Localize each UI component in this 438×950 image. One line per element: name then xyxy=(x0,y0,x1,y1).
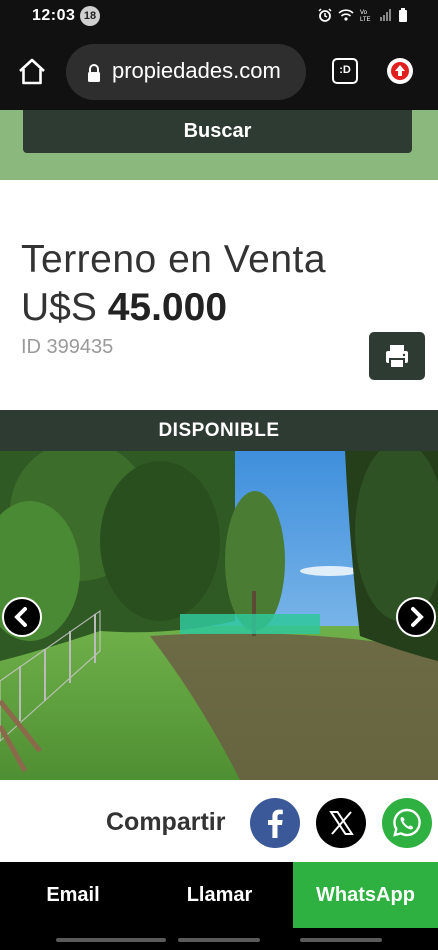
search-button[interactable]: Buscar xyxy=(23,110,412,153)
x-icon xyxy=(329,811,354,835)
print-button[interactable] xyxy=(369,332,425,380)
lte-icon: VoLTE xyxy=(360,10,371,22)
chevron-left-icon xyxy=(14,607,27,627)
svg-text:Vo: Vo xyxy=(360,10,368,16)
battery-icon xyxy=(399,8,407,22)
contact-actions-bar: Email Llamar WhatsApp xyxy=(0,862,438,928)
property-photo[interactable] xyxy=(0,451,438,780)
browser-toolbar: propiedades.com :D xyxy=(0,34,438,110)
whatsapp-button[interactable]: WhatsApp xyxy=(293,862,438,928)
property-price: U$S 45.000 xyxy=(21,286,227,330)
status-time: 12:03 xyxy=(32,7,76,24)
status-bar: 12:03 18 Vo LTE xyxy=(0,0,438,34)
address-bar[interactable]: propiedades.com xyxy=(66,44,306,100)
price-value: 45.000 xyxy=(107,286,228,329)
tab-switcher-icon[interactable]: :D xyxy=(332,58,358,84)
nav-back-indicator[interactable] xyxy=(300,938,382,942)
chevron-right-icon xyxy=(411,607,424,627)
share-x-button[interactable] xyxy=(316,798,366,848)
system-nav-bar xyxy=(0,928,438,950)
signal-icon xyxy=(380,9,391,21)
nav-home-indicator[interactable] xyxy=(178,938,260,942)
printer-icon xyxy=(386,345,408,369)
search-section: Buscar xyxy=(0,110,438,180)
photo-scene xyxy=(0,451,438,780)
status-icons: Vo LTE xyxy=(318,8,408,22)
price-currency: U$S xyxy=(21,286,97,329)
extension-icon[interactable] xyxy=(387,58,413,84)
share-label: Compartir xyxy=(106,808,226,836)
svg-text:LTE: LTE xyxy=(360,17,371,22)
lock-icon xyxy=(88,64,100,82)
home-icon[interactable] xyxy=(16,56,48,88)
wifi-icon xyxy=(338,9,354,21)
share-whatsapp-button[interactable] xyxy=(382,798,432,848)
email-button[interactable]: Email xyxy=(0,862,146,928)
facebook-icon xyxy=(268,809,283,838)
call-button[interactable]: Llamar xyxy=(146,862,293,928)
availability-status: DISPONIBLE xyxy=(0,410,438,451)
whatsapp-icon xyxy=(393,808,421,837)
notification-badge: 18 xyxy=(80,6,100,26)
share-facebook-button[interactable] xyxy=(250,798,300,848)
property-title: Terreno en Venta xyxy=(21,238,327,281)
property-id: ID 399435 xyxy=(21,336,114,358)
nav-recents-indicator[interactable] xyxy=(56,938,166,942)
gallery-prev-button[interactable] xyxy=(2,597,42,637)
alarm-icon xyxy=(318,8,332,22)
gallery-next-button[interactable] xyxy=(396,597,436,637)
url-text: propiedades.com xyxy=(112,58,281,83)
